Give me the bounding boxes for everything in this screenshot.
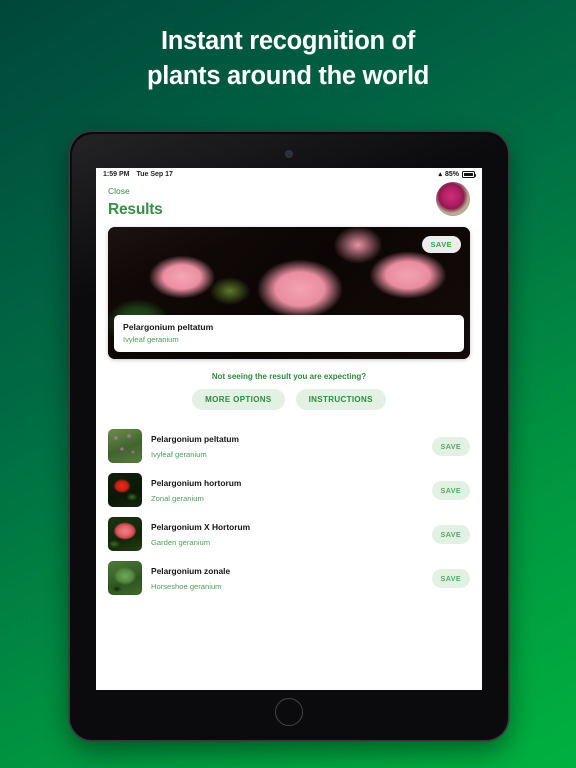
close-button[interactable]: Close [108,186,130,196]
avatar[interactable] [436,182,470,216]
promo-headline: Instant recognition of plants around the… [0,24,576,94]
hero-common-name: Ivyleaf geranium [123,335,179,344]
hero-save-button[interactable]: SAVE [421,236,461,253]
app-screen: 1:59 PM Tue Sep 17 ▴ 85% Close Results S… [96,168,482,690]
home-button[interactable] [275,698,303,726]
instructions-button[interactable]: INSTRUCTIONS [295,389,386,410]
battery-icon [462,171,477,178]
result-thumbnail [108,473,142,507]
result-common-name: Garden geranium [151,537,211,547]
result-common-name: Horseshoe geranium [151,581,222,591]
result-common-name: Zonal geranium [151,493,204,503]
result-scientific-name: Pelargonium peltatum [151,433,239,444]
result-save-button[interactable]: SAVE [431,524,470,544]
result-save-button[interactable]: SAVE [431,436,470,456]
result-scientific-name: Pelargonium hortorum [151,477,242,488]
list-item[interactable]: Pelargonium peltatum Ivyleaf geranium SA… [108,424,470,468]
tablet-device-frame: 1:59 PM Tue Sep 17 ▴ 85% Close Results S… [70,132,508,740]
results-list: Pelargonium peltatum Ivyleaf geranium SA… [96,424,482,600]
wifi-icon: ▴ [438,171,442,178]
result-common-name: Ivyleaf geranium [151,449,207,459]
status-bar-time: 1:59 PM [103,171,130,178]
result-thumbnail [108,561,142,595]
list-item[interactable]: Pelargonium hortorum Zonal geranium SAVE [108,468,470,512]
front-camera-icon [286,151,292,157]
result-scientific-name: Pelargonium X Hortorum [151,521,251,532]
hero-result-card[interactable]: SAVE Pelargonium peltatum Ivyleaf gerani… [108,227,470,359]
more-options-button[interactable]: MORE OPTIONS [192,389,285,410]
status-bar-date: Tue Sep 17 [136,171,173,178]
page-title: Results [108,201,163,218]
nav-bar: Close [96,181,482,196]
helper-actions: MORE OPTIONS INSTRUCTIONS [96,389,482,410]
promo-line-2: plants around the world [146,62,430,91]
status-bar: 1:59 PM Tue Sep 17 ▴ 85% [96,168,482,181]
promo-line-1: Instant recognition of [160,27,416,55]
result-thumbnail [108,429,142,463]
list-item[interactable]: Pelargonium zonale Horseshoe geranium SA… [108,556,470,600]
result-save-button[interactable]: SAVE [431,568,470,588]
list-item[interactable]: Pelargonium X Hortorum Garden geranium S… [108,512,470,556]
result-scientific-name: Pelargonium zonale [151,565,231,576]
result-save-button[interactable]: SAVE [431,480,470,500]
hero-label-panel: Pelargonium peltatum Ivyleaf geranium [114,315,464,352]
not-seeing-prompt: Not seeing the result you are expecting? [211,372,367,381]
hero-scientific-name: Pelargonium peltatum [123,322,214,332]
battery-percent-label: 85% [444,171,459,178]
result-thumbnail [108,517,142,551]
